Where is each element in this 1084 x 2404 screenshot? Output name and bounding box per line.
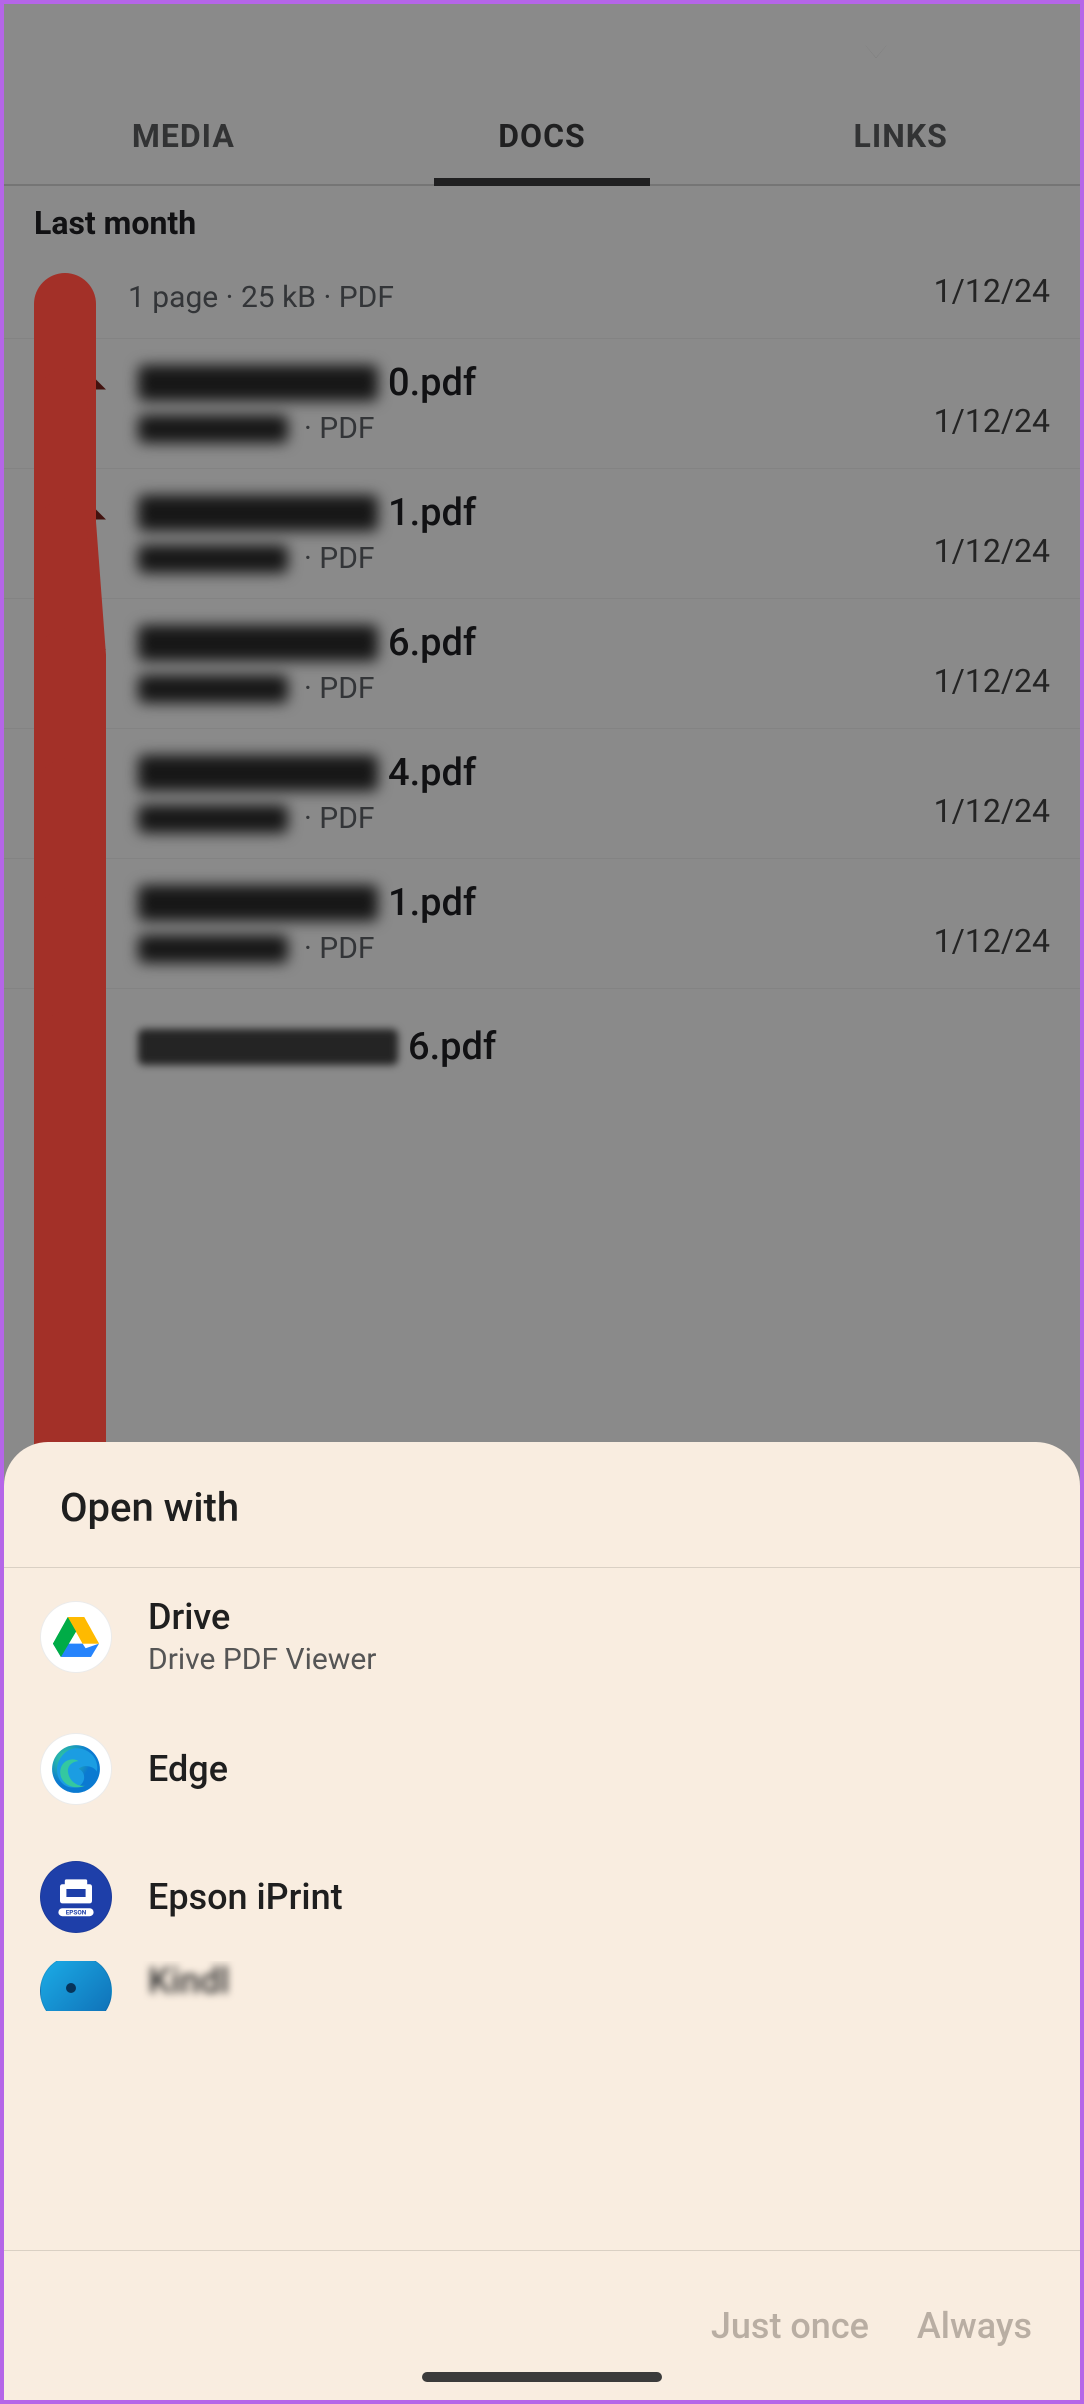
drive-icon xyxy=(40,1601,112,1673)
app-option-drive[interactable]: Drive Drive PDF Viewer xyxy=(4,1568,1080,1705)
app-name: Kindl xyxy=(148,1961,229,2002)
app-name: Edge xyxy=(148,1748,228,1790)
app-option-partial[interactable]: Kindl xyxy=(4,1961,1080,2011)
app-option-epson[interactable]: EPSON Epson iPrint xyxy=(4,1833,1080,1961)
sheet-title: Open with xyxy=(4,1442,1080,1568)
svg-text:EPSON: EPSON xyxy=(66,1909,87,1917)
app-icon xyxy=(40,1961,112,2011)
nav-handle[interactable] xyxy=(422,2372,662,2382)
just-once-button[interactable]: Just once xyxy=(711,2305,869,2347)
app-name: Epson iPrint xyxy=(148,1876,343,1918)
edge-icon xyxy=(40,1733,112,1805)
app-option-edge[interactable]: Edge xyxy=(4,1705,1080,1833)
app-sub: Drive PDF Viewer xyxy=(148,1642,376,1677)
app-name: Drive xyxy=(148,1596,376,1638)
epson-icon: EPSON xyxy=(40,1861,112,1933)
always-button[interactable]: Always xyxy=(917,2305,1032,2347)
open-with-sheet: Open with Drive Drive PDF Viewer xyxy=(4,1442,1080,2400)
